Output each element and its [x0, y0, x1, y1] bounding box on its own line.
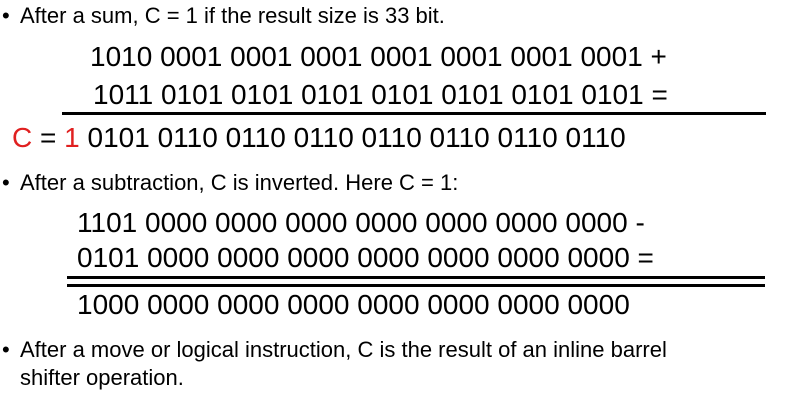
bullet-point: • [2, 3, 10, 28]
sum-result-row: C = 1 0101 0110 0110 0110 0110 0110 0110… [12, 121, 626, 155]
sum-operand-1: 1010 0001 0001 0001 0001 0001 0001 0001 … [90, 41, 667, 72]
carry-equals: = [40, 122, 57, 153]
bullet-point: • [2, 170, 10, 195]
sub-operand-2: 0101 0000 0000 0000 0000 0000 0000 0000 … [77, 242, 654, 273]
carry-value: 1 [64, 122, 80, 153]
sum-operand-2: 1011 0101 0101 0101 0101 0101 0101 0101 … [93, 79, 668, 110]
bullet-sum: • After a sum, C = 1 if the result size i… [2, 2, 445, 30]
bullet-sum-text: After a sum, C = 1 if the result size is… [20, 3, 445, 28]
sub-divider-line-1 [67, 276, 765, 279]
bullet-move-logical: • After a move or logical instruction, C … [2, 336, 667, 364]
bullet-point: • [2, 337, 10, 362]
sub-operand-1: 1101 0000 0000 0000 0000 0000 0000 0000 … [77, 207, 645, 238]
sub-result: 1000 0000 0000 0000 0000 0000 0000 0000 [77, 289, 630, 320]
sum-divider-line [62, 112, 766, 115]
sum-result: 0101 0110 0110 0110 0110 0110 0110 0110 [87, 122, 626, 153]
sub-divider-line-2 [67, 284, 765, 287]
bullet-subtraction: • After a subtraction, C is inverted. Her… [2, 169, 458, 197]
bullet-subtraction-text: After a subtraction, C is inverted. Here… [20, 170, 459, 195]
carry-label: C [12, 122, 33, 153]
bullet-move-logical-text: After a move or logical instruction, C i… [20, 337, 667, 362]
bullet-move-logical-cont: shifter operation. [20, 365, 184, 390]
